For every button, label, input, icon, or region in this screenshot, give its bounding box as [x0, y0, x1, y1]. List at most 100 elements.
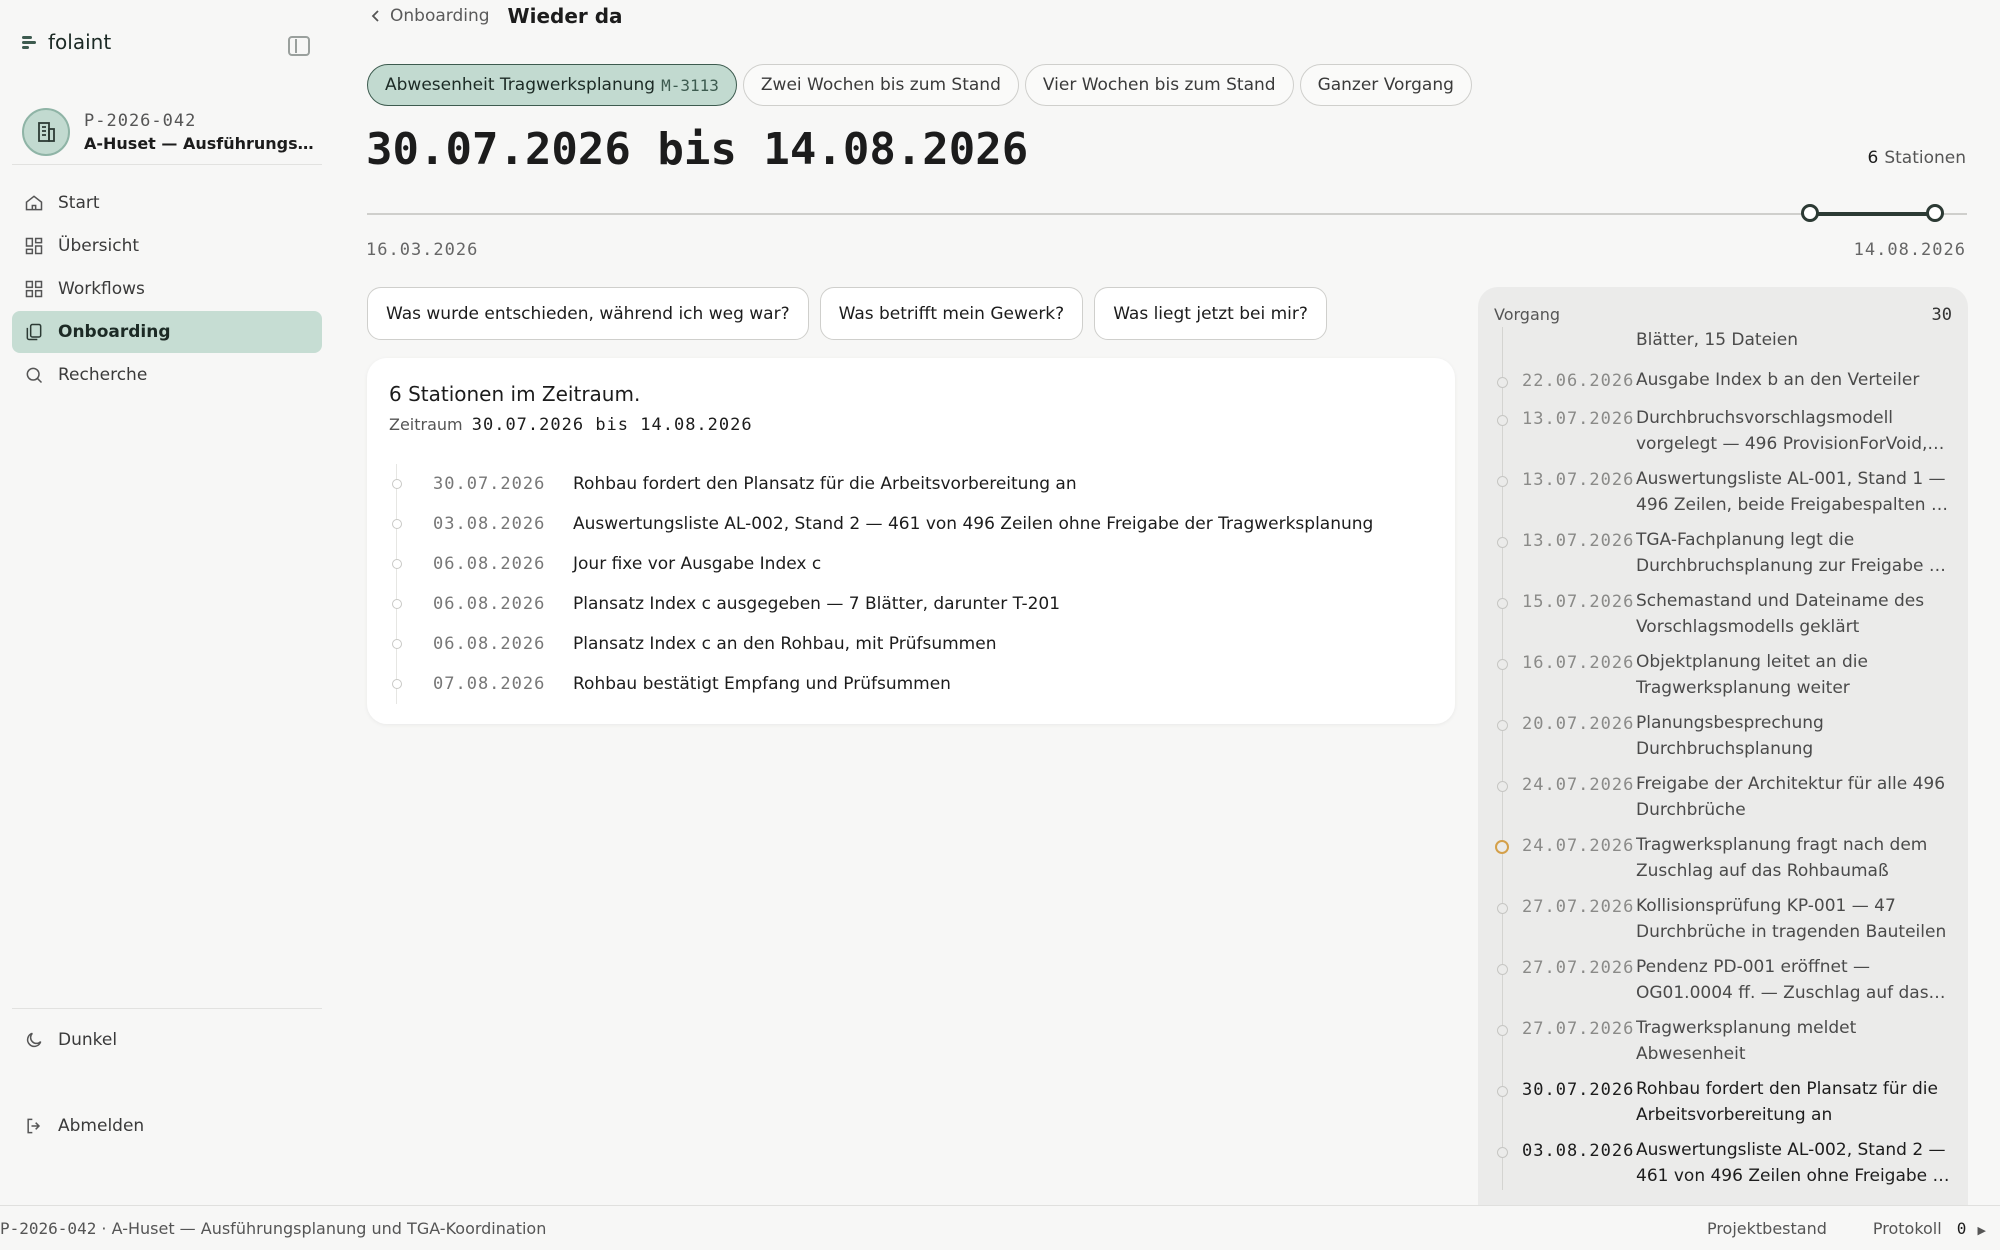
panel-entry[interactable]: 15.07.2026 Schemastand und Dateiname des V… — [1478, 580, 1968, 641]
panel-entry[interactable]: 22.06.2026 Ausgabe Index b an den Verteil… — [1478, 359, 1968, 397]
panel-entry-line: 461 von 496 Zeilen ohne Freigabe der… — [1636, 1166, 1950, 1186]
panel-entry[interactable]: 27.07.2026 Kollisionsprüfung KP-001 — 47 D… — [1478, 885, 1968, 946]
theme-toggle[interactable]: Dunkel — [12, 1019, 322, 1061]
timeline-dot — [1497, 1025, 1508, 1036]
timeline-dot — [1497, 720, 1508, 731]
entry-text: Jour fixe vor Ausgabe Index c — [573, 554, 822, 574]
nav-item-uebersicht[interactable]: Übersicht — [12, 225, 322, 267]
panel-entry-date: 22.06.2026 — [1522, 371, 1635, 391]
panel-entry-text: Schemastand und Dateiname des Vorschlagsm… — [1636, 580, 1950, 641]
panel-entry-line: Durchbruchsplanung — [1636, 739, 1814, 759]
panel-entry[interactable]: 30.07.2026 Rohbau fordert den Plansatz fü… — [1478, 1068, 1968, 1129]
slider-end-handle[interactable] — [1926, 204, 1944, 222]
result-entry[interactable]: 03.08.2026 Auswertungsliste AL-002, Stand… — [389, 504, 1439, 544]
nav-label: Start — [58, 193, 100, 213]
timeline-dot — [392, 479, 402, 489]
result-list: 30.07.2026 Rohbau fordert den Plansatz fü… — [389, 464, 1439, 704]
panel-entry-date: 03.08.2026 — [1522, 1141, 1635, 1161]
project-code: P-2026-042 — [84, 111, 197, 131]
panel-entry[interactable]: 16.07.2026 Objektplanung leitet an die Tra… — [1478, 641, 1968, 702]
timeline-rail — [1502, 397, 1503, 458]
result-entry[interactable]: 07.08.2026 Rohbau bestätigt Empfang und P… — [389, 664, 1439, 704]
stations-count-label: Stationen — [1884, 148, 1966, 168]
entry-date: 06.08.2026 — [433, 594, 546, 614]
panel-entry[interactable]: 03.08.2026 Auswertungsliste AL-002, Stand… — [1478, 1129, 1968, 1190]
panel-entry[interactable]: 13.07.2026 TGA-Fachplanung legt die Durchb… — [1478, 519, 1968, 580]
home-icon — [25, 195, 43, 211]
sidebar-footer: Dunkel — [12, 1019, 322, 1062]
timeline-dot — [1495, 840, 1509, 854]
result-entry[interactable]: 06.08.2026 Plansatz Index c an den Rohbau… — [389, 624, 1439, 664]
panel-entry-date: 16.07.2026 — [1522, 653, 1635, 673]
slider-start-handle[interactable] — [1800, 204, 1819, 222]
logout-button[interactable]: Abmelden — [12, 1105, 322, 1147]
panel-list[interactable]: Blätter, 15 Dateien 22.06.2026 Ausgabe Ind… — [1478, 327, 1968, 1190]
timeline-rail — [1502, 763, 1503, 824]
result-entry[interactable]: 06.08.2026 Jour fixe vor Ausgabe Index c — [389, 544, 1439, 584]
panel-entry-line: Freigabe der Architektur für alle 496 — [1636, 774, 1946, 794]
collapse-sidebar-icon[interactable] — [288, 36, 310, 56]
panel-entry[interactable]: 13.07.2026 Durchbruchsvorschlagsmodell vor… — [1478, 397, 1968, 458]
timeline-rail — [1502, 327, 1503, 359]
panel-entry-line: Abwesenheit — [1636, 1044, 1746, 1064]
chip-four-weeks[interactable]: Vier Wochen bis zum Stand — [1024, 64, 1294, 106]
slider-track — [367, 213, 1967, 215]
project-switcher[interactable]: P-2026-042 A-Huset — Ausführungsplan… — [22, 104, 322, 160]
stations-count: 6 Stationen — [1868, 148, 1967, 168]
panel-entry-date — [1522, 327, 1636, 359]
result-entry[interactable]: 06.08.2026 Plansatz Index c ausgegeben — … — [389, 584, 1439, 624]
range-title: 30.07.2026 bis 14.08.2026 — [366, 124, 1029, 175]
timeline-dot — [1497, 781, 1508, 792]
range-slider[interactable] — [367, 204, 1967, 222]
panel-entry[interactable]: 24.07.2026 Tragwerksplanung fragt nach de… — [1478, 824, 1968, 885]
panel-entry-line: Tragwerksplanung meldet — [1636, 1018, 1857, 1038]
nav-item-onboarding[interactable]: Onboarding — [12, 311, 322, 353]
panel-entry-line: Ausgabe Index b an den Verteiler — [1636, 370, 1920, 390]
panel-entry[interactable]: 27.07.2026 Pendenz PD-001 eröffnet — OG01.… — [1478, 946, 1968, 1007]
question-decided[interactable]: Was wurde entschieden, während ich weg w… — [367, 287, 809, 340]
projektbestand-link[interactable]: Projektbestand — [1707, 1219, 1827, 1238]
page-title: Wieder da — [507, 4, 623, 28]
panel-entry-line: Durchbrüche — [1636, 800, 1746, 820]
panel-entry-line: Vorschlagsmodells geklärt — [1636, 617, 1860, 637]
protokoll-link[interactable]: Protokoll 0 ▶ — [1873, 1219, 1986, 1238]
panel-entry[interactable]: Blätter, 15 Dateien — [1478, 327, 1968, 359]
protokoll-label: Protokoll — [1872, 1218, 1942, 1238]
brand[interactable]: folaint — [22, 30, 111, 54]
process-panel: Vorgang 30 Blätter, 15 Dateien 22.06.2026… — [1478, 287, 1968, 1205]
quick-questions: Was wurde entschieden, während ich weg w… — [367, 287, 1327, 340]
chip-whole[interactable]: Ganzer Vorgang — [1299, 64, 1472, 106]
logout-area: Abmelden — [12, 1105, 322, 1148]
entry-text: Rohbau bestätigt Empfang und Prüfsummen — [573, 674, 951, 694]
status-project: P-2026-042 · A-Huset — Ausführungsplanun… — [0, 1219, 546, 1238]
entry-date: 07.08.2026 — [433, 674, 546, 694]
result-entry[interactable]: 30.07.2026 Rohbau fordert den Plansatz fü… — [389, 464, 1439, 504]
nav-item-start[interactable]: Start — [12, 182, 322, 224]
panel-entry[interactable]: 27.07.2026 Tragwerksplanung meldet Abwesen… — [1478, 1007, 1968, 1068]
panel-entry[interactable]: 20.07.2026 Planungsbesprechung Durchbruchs… — [1478, 702, 1968, 763]
result-sub-label: Zeitraum — [389, 415, 463, 434]
timeline-rail — [1502, 1007, 1503, 1068]
timeline-rail — [1502, 885, 1503, 946]
result-subtitle: Zeitraum 30.07.2026 bis 14.08.2026 — [389, 415, 753, 435]
panel-entry-date: 27.07.2026 — [1522, 1019, 1635, 1039]
chip-two-weeks[interactable]: Zwei Wochen bis zum Stand — [742, 64, 1019, 106]
nav-item-recherche[interactable]: Recherche — [12, 354, 322, 396]
panel-entry-line: Kollisionsprüfung KP-001 — 47 — [1636, 896, 1896, 916]
result-title: 6 Stationen im Zeitraum. — [389, 382, 641, 406]
timeline-dot — [1497, 964, 1508, 975]
timeline-dot — [392, 639, 402, 649]
panel-entry-text: Rohbau fordert den Plansatz für die Arbei… — [1636, 1068, 1950, 1129]
nav-item-workflows[interactable]: Workflows — [12, 268, 322, 310]
panel-entry-date: 13.07.2026 — [1522, 409, 1635, 429]
chip-absence[interactable]: Abwesenheit Tragwerksplanung M-3113 — [367, 64, 737, 106]
panel-entry[interactable]: 24.07.2026 Freigabe der Architektur für a… — [1478, 763, 1968, 824]
back-link[interactable]: Onboarding — [370, 6, 490, 26]
panel-entry-text: TGA-Fachplanung legt die Durchbruchsplanu… — [1636, 519, 1950, 580]
timeline-dot — [392, 679, 402, 689]
question-my-trade[interactable]: Was betrifft mein Gewerk? — [819, 287, 1084, 340]
panel-entry[interactable]: 13.07.2026 Auswertungsliste AL-001, Stand… — [1478, 458, 1968, 519]
panel-entry-line: Auswertungsliste AL-001, Stand 1 — — [1636, 469, 1946, 489]
panel-entry-text: Tragwerksplanung fragt nach dem Zuschlag … — [1636, 824, 1950, 885]
question-my-tasks[interactable]: Was liegt jetzt bei mir? — [1094, 287, 1327, 340]
